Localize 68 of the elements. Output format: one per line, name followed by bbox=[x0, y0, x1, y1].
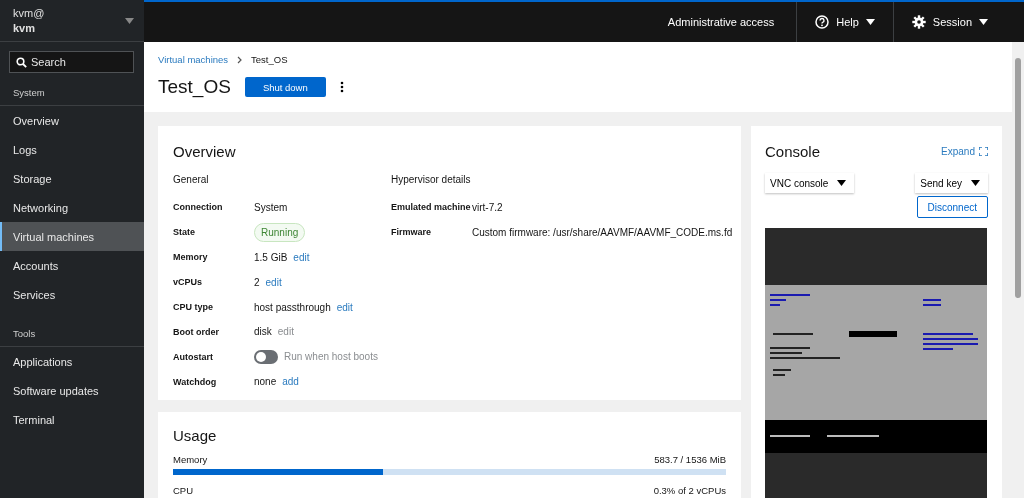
breadcrumb-link[interactable]: Virtual machines bbox=[158, 54, 229, 65]
scrollbar-thumb[interactable] bbox=[1015, 58, 1021, 298]
caret-icon bbox=[865, 19, 875, 25]
section-heading: Hypervisor details bbox=[391, 174, 472, 185]
kebab-menu-icon[interactable] bbox=[339, 81, 344, 93]
host-user: kvm@ bbox=[13, 7, 45, 19]
card-title: Console bbox=[765, 143, 821, 160]
help-icon bbox=[815, 15, 830, 29]
caret-icon bbox=[125, 17, 134, 24]
console-type-select[interactable]: VNC console bbox=[765, 173, 855, 193]
field-label: Boot order bbox=[173, 326, 220, 337]
field-label: Memory bbox=[173, 252, 209, 263]
field-label: CPU type bbox=[173, 302, 214, 312]
meter-reading: 583.7 / 1536 MiB bbox=[654, 454, 726, 466]
nav-item[interactable]: Networking bbox=[0, 193, 144, 222]
autostart-toggle[interactable] bbox=[254, 349, 278, 364]
nav-item[interactable]: Terminal bbox=[0, 405, 144, 434]
field-label: Firmware bbox=[391, 227, 433, 238]
field-value: 1.5 GiB bbox=[254, 251, 288, 263]
edit-link[interactable]: edit bbox=[293, 251, 310, 263]
nav-item[interactable]: Overview bbox=[0, 106, 144, 135]
toggle-label: Run when host boots bbox=[284, 351, 378, 363]
field-value: host passthrough bbox=[254, 301, 331, 313]
chevron-icon bbox=[237, 55, 243, 64]
caret-icon bbox=[837, 180, 847, 186]
field-label: Connection bbox=[173, 202, 224, 213]
expand-icon bbox=[979, 147, 988, 156]
host-name: kvm bbox=[13, 22, 37, 34]
nav-item[interactable]: Accounts bbox=[0, 251, 144, 280]
page-title: Test_OS bbox=[158, 76, 231, 98]
field-value: 2 bbox=[254, 276, 260, 288]
meter-label: Memory bbox=[173, 454, 208, 466]
edit-link[interactable]: edit bbox=[265, 276, 282, 288]
send-key-select[interactable]: Send key bbox=[915, 173, 988, 193]
search-field[interactable]: Search bbox=[9, 51, 134, 73]
nav-item[interactable]: Applications bbox=[0, 347, 144, 376]
nav-item[interactable]: Storage bbox=[0, 164, 144, 193]
field-value: Custom firmware: /usr/share/AAVMF/AAVMF_CODE.ms.fd bbox=[472, 226, 733, 238]
gear-icon bbox=[911, 15, 926, 29]
caret-icon bbox=[979, 19, 988, 25]
field-value: System bbox=[254, 201, 288, 213]
expand-link[interactable]: Expand bbox=[941, 146, 988, 157]
nav-item[interactable]: Logs bbox=[0, 135, 144, 164]
nav-item[interactable]: Virtual machines bbox=[0, 222, 144, 251]
disconnect-button[interactable]: Disconnect bbox=[916, 196, 988, 218]
caret-icon bbox=[971, 180, 980, 186]
field-label: Emulated machine bbox=[391, 202, 472, 213]
card-title: Overview bbox=[173, 143, 237, 160]
add-link[interactable]: add bbox=[282, 376, 299, 388]
state-badge: Running bbox=[254, 222, 306, 242]
field-value: virt-7.2 bbox=[472, 201, 503, 213]
field-label: Watchdog bbox=[173, 376, 218, 387]
meter-label: CPU bbox=[173, 485, 194, 497]
nav-item[interactable]: Services bbox=[0, 280, 144, 309]
section-heading: General bbox=[173, 174, 210, 185]
meter-reading: 0.3% of 2 vCPUs bbox=[653, 485, 726, 497]
field-value: disk bbox=[254, 326, 272, 338]
card-title: Usage bbox=[173, 427, 218, 445]
field-label: State bbox=[173, 227, 196, 238]
breadcrumb-current: Test_OS bbox=[251, 54, 288, 65]
field-label: Autostart bbox=[173, 351, 214, 362]
field-value: none bbox=[254, 376, 277, 388]
nav-item[interactable]: Software updates bbox=[0, 376, 144, 405]
shut-down-button[interactable]: Shut down bbox=[244, 77, 326, 97]
admin-access-button[interactable]: Administrative access bbox=[649, 2, 797, 42]
search-icon bbox=[16, 57, 27, 68]
field-label: vCPUs bbox=[173, 277, 203, 288]
edit-link[interactable]: edit bbox=[336, 301, 353, 313]
